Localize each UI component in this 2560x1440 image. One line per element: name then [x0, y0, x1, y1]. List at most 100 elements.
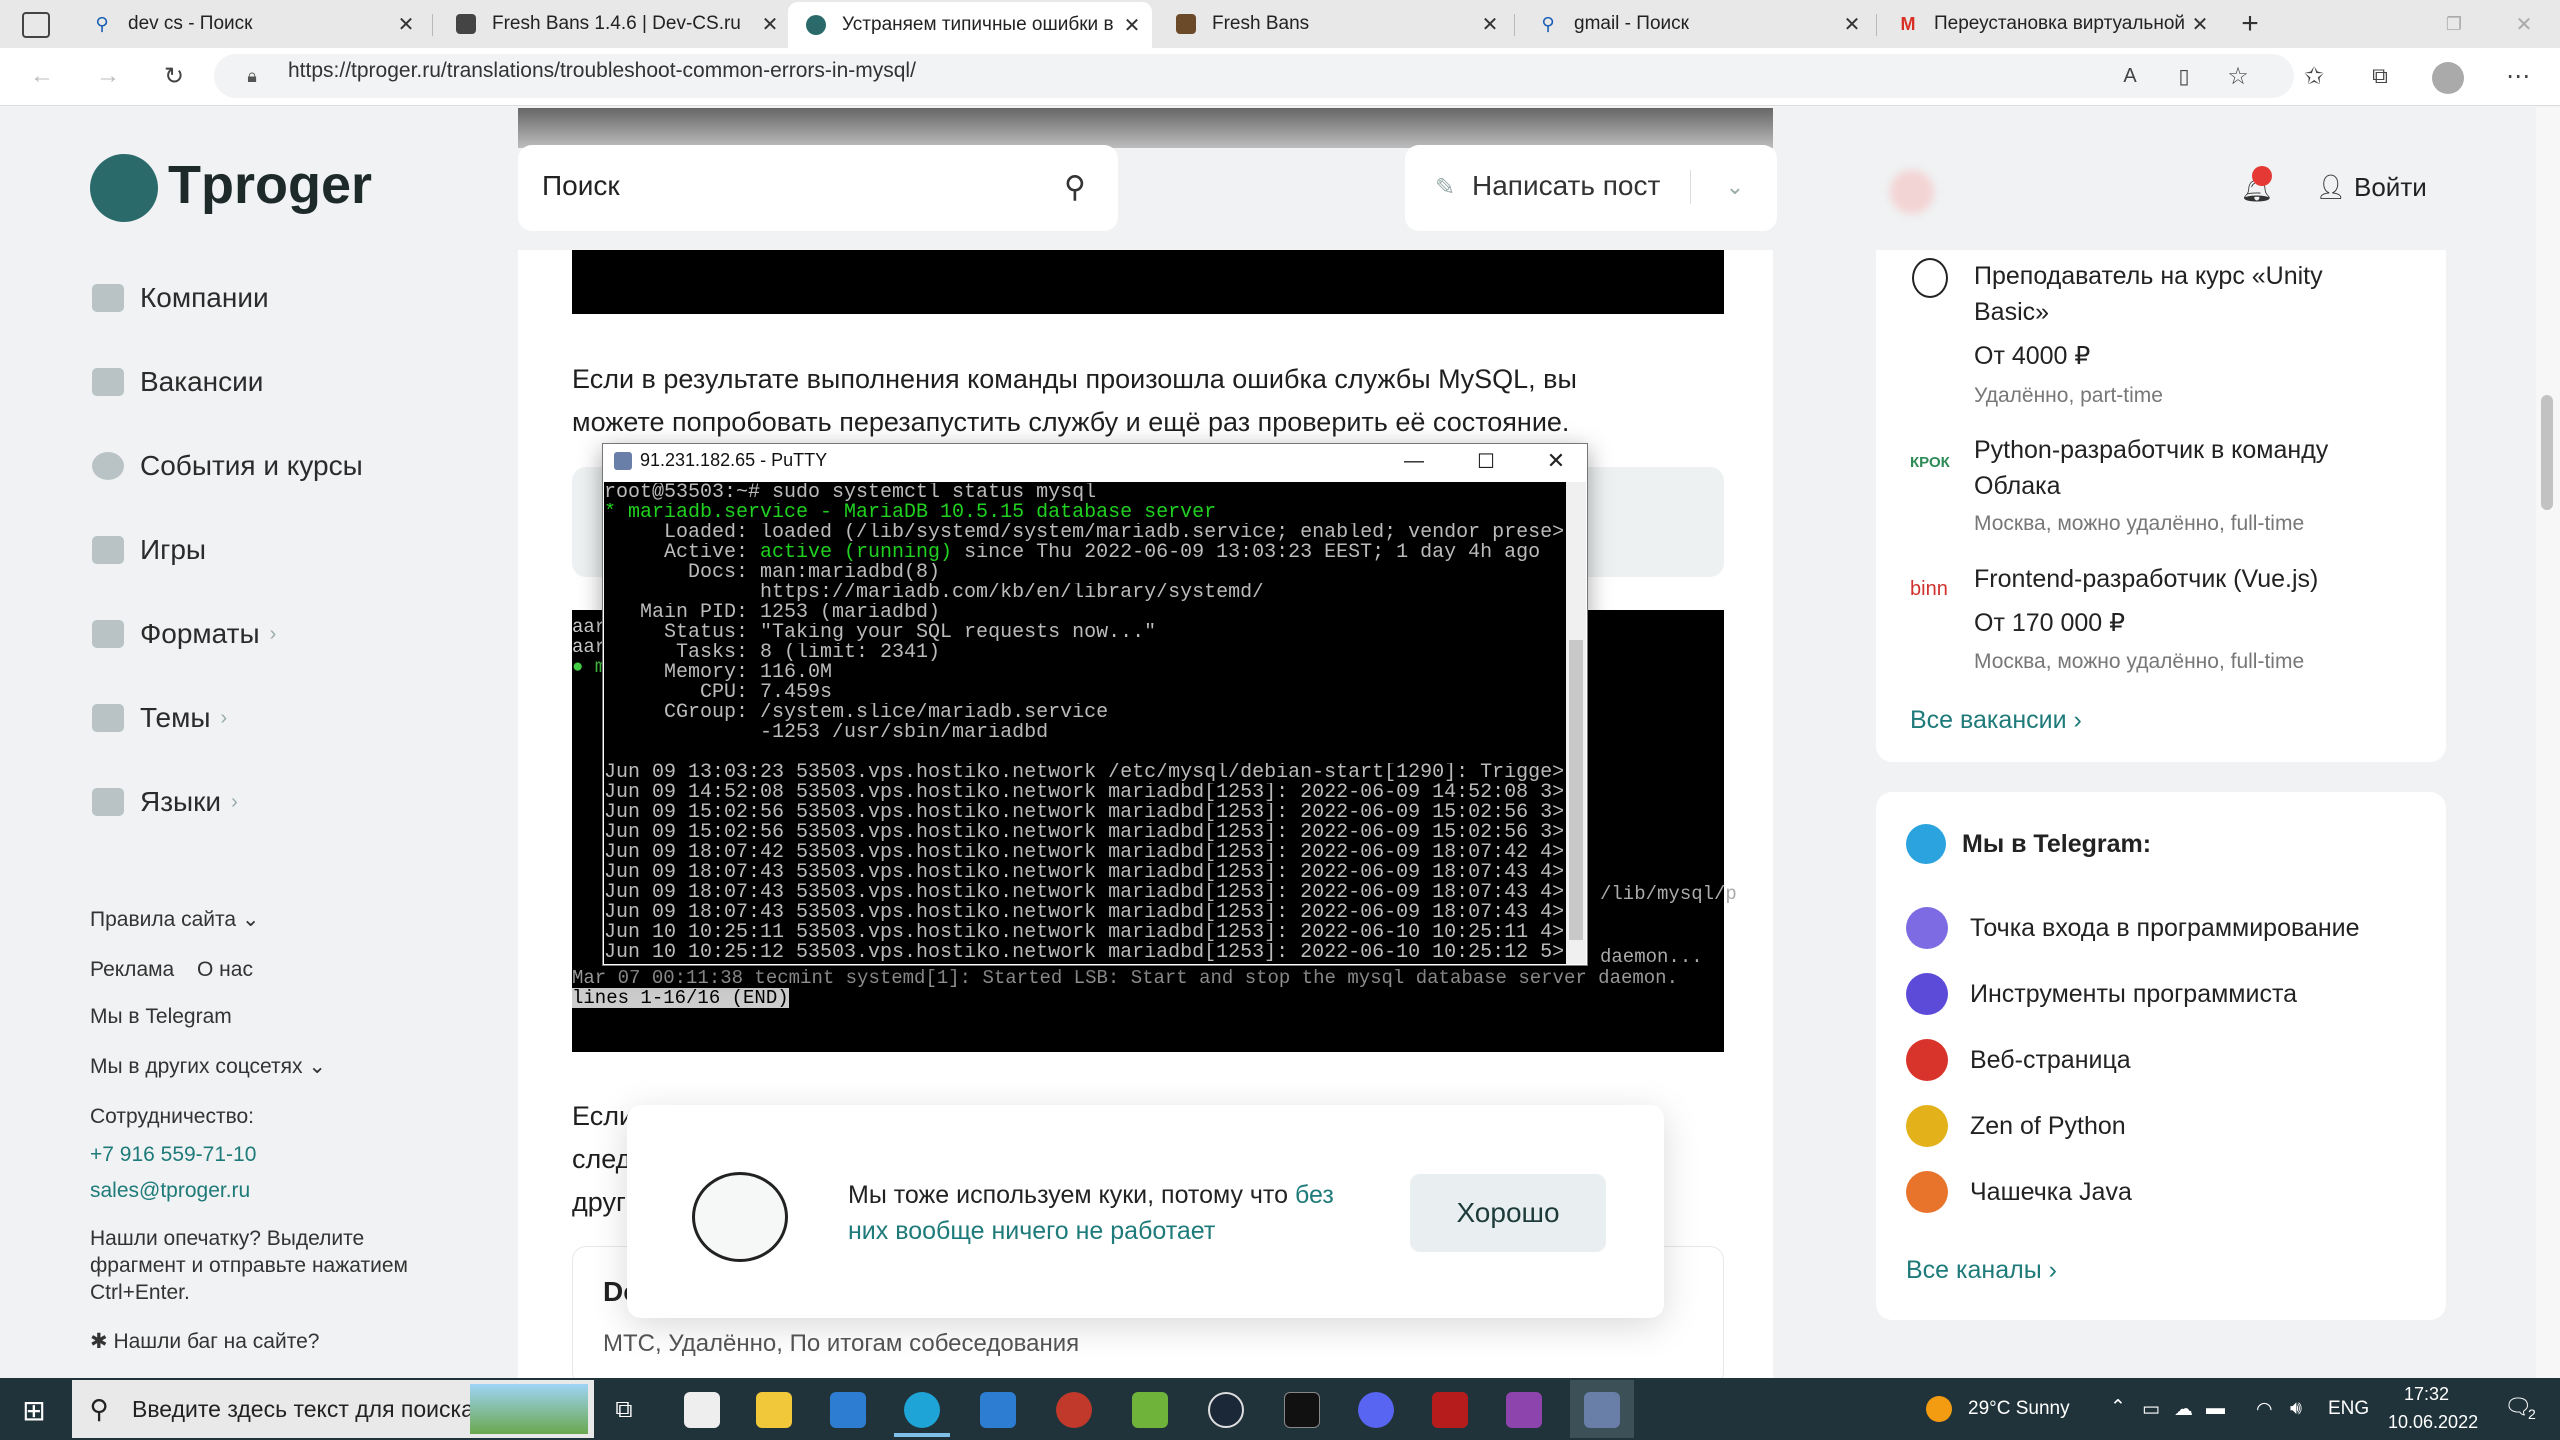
taskbar-search-placeholder[interactable]: Введите здесь текст для поиска	[132, 1396, 474, 1423]
nav-item-topics[interactable]: Темы ›	[92, 702, 227, 734]
footer-bug-link[interactable]: ✱ Нашли баг на сайте?	[90, 1328, 319, 1355]
search-input[interactable]: Поиск	[542, 170, 620, 202]
lock-icon[interactable]: 🔒︎	[242, 64, 262, 88]
winrar-icon[interactable]	[1506, 1392, 1542, 1428]
browser-tab[interactable]: ⚲ dev cs - Поиск ✕	[74, 4, 426, 44]
forward-icon[interactable]: →	[90, 58, 126, 94]
browser-tab-active[interactable]: Устраняем типичные ошибки в ✕	[788, 2, 1152, 48]
weather-text[interactable]: 29°C Sunny	[1968, 1398, 2070, 1420]
immersive-reader-icon[interactable]: ▯	[2166, 58, 2202, 94]
nav-item-vacancies[interactable]: Вакансии	[92, 366, 263, 398]
telegram-channel[interactable]: Инструменты программиста	[1906, 973, 2297, 1015]
refresh-icon[interactable]: ↻	[156, 58, 192, 94]
vacancy-title[interactable]: Basic»	[1974, 294, 2049, 330]
cookie-ok-button[interactable]: Хорошо	[1410, 1174, 1606, 1252]
cloud-icon[interactable]: ☁	[2174, 1398, 2193, 1421]
volume-icon[interactable]: 🔊︎	[2290, 1398, 2302, 1420]
browser-tab[interactable]: M Переустановка виртуальной ма ✕	[1880, 4, 2220, 44]
browser-tab[interactable]: Fresh Bans ✕	[1158, 4, 1510, 44]
minimize-icon[interactable]: —	[1400, 448, 1428, 474]
file-icon[interactable]	[684, 1392, 720, 1428]
url-text[interactable]: https://tproger.ru/translations/troubles…	[288, 59, 916, 83]
close-tab-icon[interactable]: ✕	[394, 12, 418, 37]
new-tab-icon[interactable]: +	[2234, 7, 2266, 40]
wifi-icon[interactable]: ◠	[2256, 1398, 2273, 1421]
tproger-logo-icon[interactable]	[90, 154, 158, 222]
footer-social-link[interactable]: Мы в других соцсетях ⌄	[90, 1053, 326, 1080]
footer-phone-link[interactable]: +7 916 559-71-10	[90, 1141, 256, 1168]
footer-email-link[interactable]: sales@tproger.ru	[90, 1177, 250, 1204]
footer-about-link[interactable]: О нас	[197, 956, 253, 983]
close-tab-icon[interactable]: ✕	[1478, 12, 1502, 37]
footer-rules-link[interactable]: Правила сайта ⌄	[90, 906, 260, 933]
cookie-link[interactable]: без	[1295, 1181, 1334, 1209]
close-tab-icon[interactable]: ✕	[2188, 12, 2212, 37]
chevron-up-icon[interactable]: ⌃	[2110, 1396, 2126, 1419]
page-scrollbar[interactable]	[2536, 107, 2560, 1378]
maximize-window-icon[interactable]: ❐	[2440, 12, 2468, 36]
vacancy-title[interactable]: Frontend-разработчик (Vue.js)	[1974, 561, 2318, 597]
chevron-down-icon[interactable]: ⌄	[1720, 172, 1750, 202]
close-icon[interactable]: ✕	[1542, 448, 1570, 474]
discord-icon[interactable]	[1358, 1392, 1394, 1428]
close-tab-icon[interactable]: ✕	[758, 12, 782, 37]
bug-icon: ✱	[90, 1330, 108, 1353]
back-icon[interactable]: ←	[24, 58, 60, 94]
battery-icon[interactable]: ▬	[2206, 1398, 2225, 1420]
windows-start-icon[interactable]: ⊞	[18, 1394, 50, 1426]
task-view-icon[interactable]: ⧉	[606, 1392, 642, 1428]
explorer-icon[interactable]	[756, 1392, 792, 1428]
site-logo[interactable]: Tproger	[168, 154, 372, 216]
maximize-icon[interactable]: ☐	[1472, 448, 1500, 474]
device-icon[interactable]: ▭	[2142, 1398, 2160, 1421]
nav-item-events[interactable]: События и курсы	[92, 450, 363, 482]
close-tab-icon[interactable]: ✕	[1120, 13, 1144, 38]
bluestacks-icon[interactable]	[1132, 1392, 1168, 1428]
profile-avatar-icon[interactable]	[2432, 62, 2464, 94]
close-tab-icon[interactable]: ✕	[1840, 12, 1864, 37]
footer-telegram-link[interactable]: Мы в Telegram	[90, 1003, 232, 1030]
edge-icon[interactable]	[904, 1392, 940, 1428]
read-aloud-icon[interactable]: A	[2112, 58, 2148, 94]
browser-tab[interactable]: ⚲ gmail - Поиск ✕	[1520, 4, 1872, 44]
clock-time[interactable]: 17:32	[2404, 1384, 2449, 1405]
nav-item-companies[interactable]: Компании	[92, 282, 269, 314]
search-icon[interactable]: ⚲	[1056, 168, 1094, 206]
vacancy-title[interactable]: Облака	[1974, 468, 2061, 504]
cookie-link[interactable]: них вообще ничего не работает	[848, 1217, 1215, 1245]
telegram-channel[interactable]: Zen of Python	[1906, 1105, 2126, 1147]
nav-item-formats[interactable]: Форматы ›	[92, 618, 276, 650]
putty-icon[interactable]	[1584, 1392, 1620, 1428]
game-app-icon[interactable]	[1056, 1392, 1092, 1428]
putty-app-icon[interactable]	[614, 452, 632, 470]
telegram-channel[interactable]: Чашечка Java	[1906, 1171, 2132, 1213]
epic-games-icon[interactable]	[1284, 1392, 1320, 1428]
filezilla-icon[interactable]	[1432, 1392, 1468, 1428]
user-icon[interactable]: 👤︎	[2316, 172, 2346, 202]
browser-tab[interactable]: Fresh Bans 1.4.6 | Dev-CS.ru ✕	[438, 4, 790, 44]
vacancy-title[interactable]: Преподаватель на курс «Unity	[1974, 258, 2323, 294]
putty-scrollbar-thumb[interactable]	[1569, 640, 1583, 940]
store-icon[interactable]	[830, 1392, 866, 1428]
clock-date[interactable]: 10.06.2022	[2388, 1412, 2478, 1433]
collections-icon[interactable]: ⧉	[2362, 58, 2398, 94]
weather-sun-icon[interactable]	[1926, 1396, 1952, 1422]
mail-icon[interactable]	[980, 1392, 1016, 1428]
favorite-add-icon[interactable]: ☆	[2220, 58, 2256, 94]
more-menu-icon[interactable]: ⋯	[2500, 58, 2536, 94]
telegram-channel[interactable]: Точка входа в программирование	[1906, 907, 2360, 949]
scrollbar-thumb[interactable]	[2541, 395, 2553, 510]
all-vacancies-link[interactable]: Все вакансии ›	[1910, 706, 2082, 735]
vacancy-title[interactable]: Python-разработчик в команду	[1974, 432, 2328, 468]
close-window-icon[interactable]: ✕	[2510, 12, 2538, 36]
login-button[interactable]: Войти	[2354, 172, 2427, 203]
tab-actions-icon[interactable]	[22, 12, 50, 38]
favorites-icon[interactable]: ✩	[2296, 58, 2332, 94]
all-channels-link[interactable]: Все каналы ›	[1906, 1256, 2057, 1285]
nav-item-languages[interactable]: Языки ›	[92, 786, 238, 818]
footer-ads-link[interactable]: Реклама	[90, 956, 174, 983]
telegram-channel[interactable]: Веб-страница	[1906, 1039, 2131, 1081]
language-indicator[interactable]: ENG	[2328, 1398, 2369, 1420]
nav-item-games[interactable]: Игры	[92, 534, 206, 566]
steam-icon[interactable]	[1208, 1392, 1244, 1428]
